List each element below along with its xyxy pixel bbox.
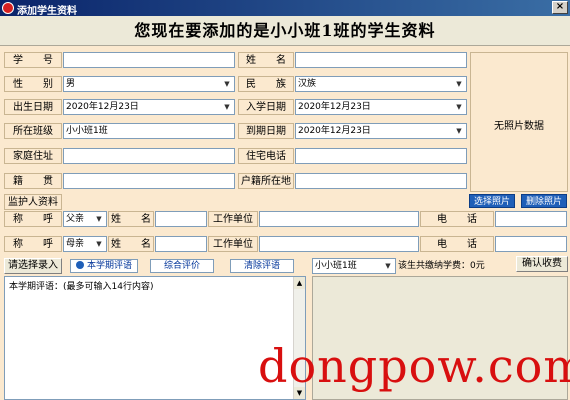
guardian-title-label: 称 呼 (4, 236, 62, 252)
confirm-fee-button[interactable]: 确认收费 (516, 256, 568, 272)
close-button[interactable]: × (552, 1, 568, 14)
chevron-down-icon[interactable]: ▼ (382, 260, 394, 272)
chevron-down-icon[interactable]: ▼ (221, 101, 233, 113)
chevron-down-icon[interactable]: ▼ (221, 78, 233, 90)
expire-date-picker[interactable]: 2020年12月23日 ▼ (295, 123, 467, 139)
expire-date-label: 到期日期 (238, 123, 294, 139)
hukou-label: 户籍所在地 (238, 173, 294, 189)
class-input[interactable]: 小小班1班 (63, 123, 235, 139)
select-photo-button[interactable]: 选择照片 (469, 194, 515, 208)
delete-photo-button[interactable]: 删除照片 (521, 194, 567, 208)
ethnicity-label: 民 族 (238, 76, 294, 92)
window-title: 添加学生资料 (17, 6, 77, 17)
comment-hint: 本学期评语：(最多可输入14行内容) (9, 282, 154, 292)
guardian-work-label: 工作单位 (208, 236, 258, 252)
guardian-section-label: 监护人资料 (4, 194, 62, 210)
guardian-phone-label: 电 话 (420, 236, 494, 252)
overall-eval-button[interactable]: 综合评价 (150, 259, 214, 273)
expire-date-value: 2020年12月23日 (298, 126, 371, 136)
enroll-date-label: 入学日期 (238, 99, 294, 115)
scroll-up-icon[interactable]: ▲ (294, 277, 305, 289)
birth-date-label: 出生日期 (4, 99, 62, 115)
class-filter-select[interactable]: 小小班1班 ▼ (312, 258, 396, 274)
native-place-input[interactable] (63, 173, 235, 189)
guardian-relation-value: 母亲 (66, 239, 85, 249)
home-phone-input[interactable] (295, 148, 467, 164)
app-icon (2, 2, 14, 14)
hukou-input[interactable] (295, 173, 467, 189)
guardian-work-input[interactable] (259, 211, 419, 227)
photo-box[interactable]: 无照片数据 (470, 52, 568, 192)
page-header: 您现在要添加的是小小班1班的学生资料 (0, 16, 570, 46)
guardian-name-input[interactable] (155, 211, 207, 227)
guardian-phone-label: 电 话 (420, 211, 494, 227)
select-entry-button[interactable]: 请选择录入 (4, 258, 62, 274)
guardian-work-label: 工作单位 (208, 211, 258, 227)
home-address-input[interactable] (63, 148, 235, 164)
page-title: 您现在要添加的是小小班1班的学生资料 (134, 21, 436, 40)
guardian-relation-value: 父亲 (66, 214, 85, 224)
enroll-date-picker[interactable]: 2020年12月23日 ▼ (295, 99, 467, 115)
guardian-phone-input[interactable] (495, 236, 567, 252)
ethnicity-select[interactable]: 汉族 ▼ (295, 76, 467, 92)
guardian-relation-select[interactable]: 母亲 ▼ (63, 236, 107, 252)
gender-label: 性 别 (4, 76, 62, 92)
gender-value: 男 (66, 79, 76, 89)
photo-placeholder: 无照片数据 (494, 121, 544, 132)
chevron-down-icon[interactable]: ▼ (453, 101, 465, 113)
radio-selected-icon (75, 261, 84, 269)
guardian-title-label: 称 呼 (4, 211, 62, 227)
semester-comment-label: 本学期评语 (86, 261, 132, 271)
class-label: 所在班级 (4, 123, 62, 139)
watermark-text: dongpow.com (258, 339, 570, 393)
enroll-date-value: 2020年12月23日 (298, 102, 371, 112)
guardian-work-input[interactable] (259, 236, 419, 252)
clear-comment-button[interactable]: 清除评语 (230, 259, 294, 273)
chevron-down-icon[interactable]: ▼ (453, 125, 465, 137)
guardian-phone-input[interactable] (495, 211, 567, 227)
birth-date-picker[interactable]: 2020年12月23日 ▼ (63, 99, 235, 115)
student-id-label: 学 号 (4, 52, 62, 68)
birth-date-value: 2020年12月23日 (66, 102, 139, 112)
semester-comment-radio[interactable]: 本学期评语 (70, 259, 138, 273)
chevron-down-icon[interactable]: ▼ (453, 78, 465, 90)
title-bar: 添加学生资料 × (0, 0, 570, 17)
ethnicity-value: 汉族 (298, 79, 317, 89)
name-input[interactable] (295, 52, 467, 68)
class-filter-value: 小小班1班 (315, 261, 357, 271)
guardian-name-label: 姓 名 (108, 211, 154, 227)
student-id-input[interactable] (63, 52, 235, 68)
chevron-down-icon[interactable]: ▼ (93, 238, 105, 250)
gender-select[interactable]: 男 ▼ (63, 76, 235, 92)
home-phone-label: 住宅电话 (238, 148, 294, 164)
name-label: 姓 名 (238, 52, 294, 68)
guardian-name-label: 姓 名 (108, 236, 154, 252)
fee-text: 该生共缴纳学费：0元 (398, 261, 485, 271)
home-address-label: 家庭住址 (4, 148, 62, 164)
chevron-down-icon[interactable]: ▼ (93, 213, 105, 225)
guardian-name-input[interactable] (155, 236, 207, 252)
guardian-relation-select[interactable]: 父亲 ▼ (63, 211, 107, 227)
native-place-label: 籍 贯 (4, 173, 62, 189)
